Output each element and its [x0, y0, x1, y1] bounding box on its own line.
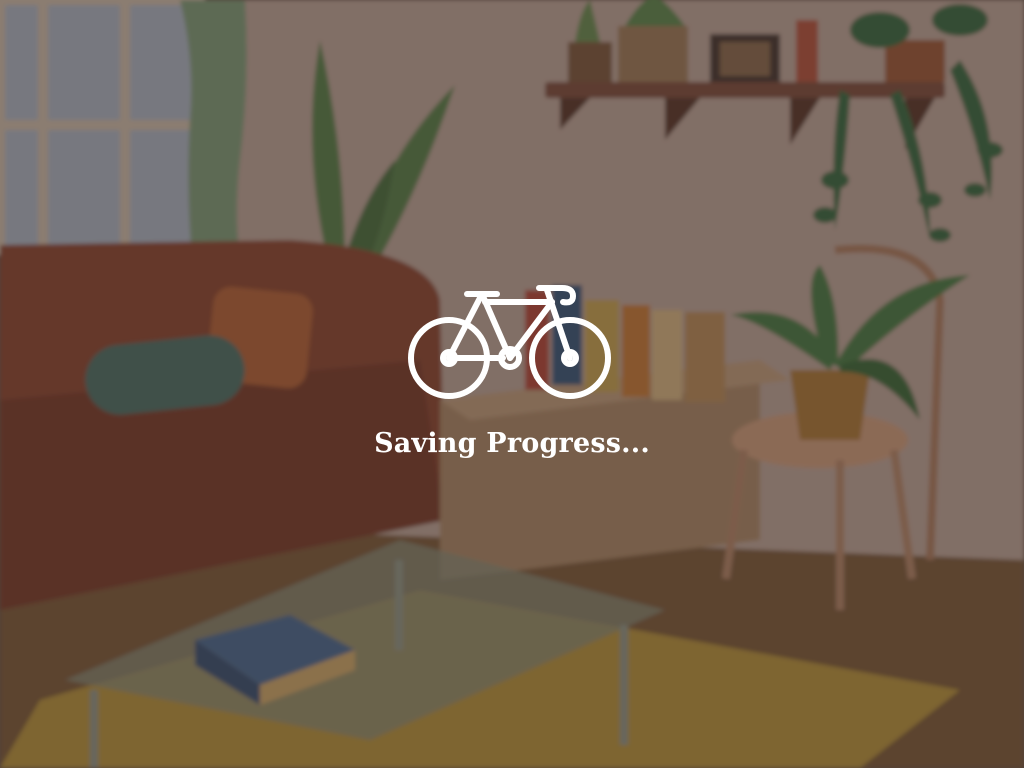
bicycle-icon	[408, 285, 611, 399]
saving-status-text: Saving Progress...	[374, 428, 650, 459]
loading-indicator: Saving Progress...	[0, 280, 1024, 459]
